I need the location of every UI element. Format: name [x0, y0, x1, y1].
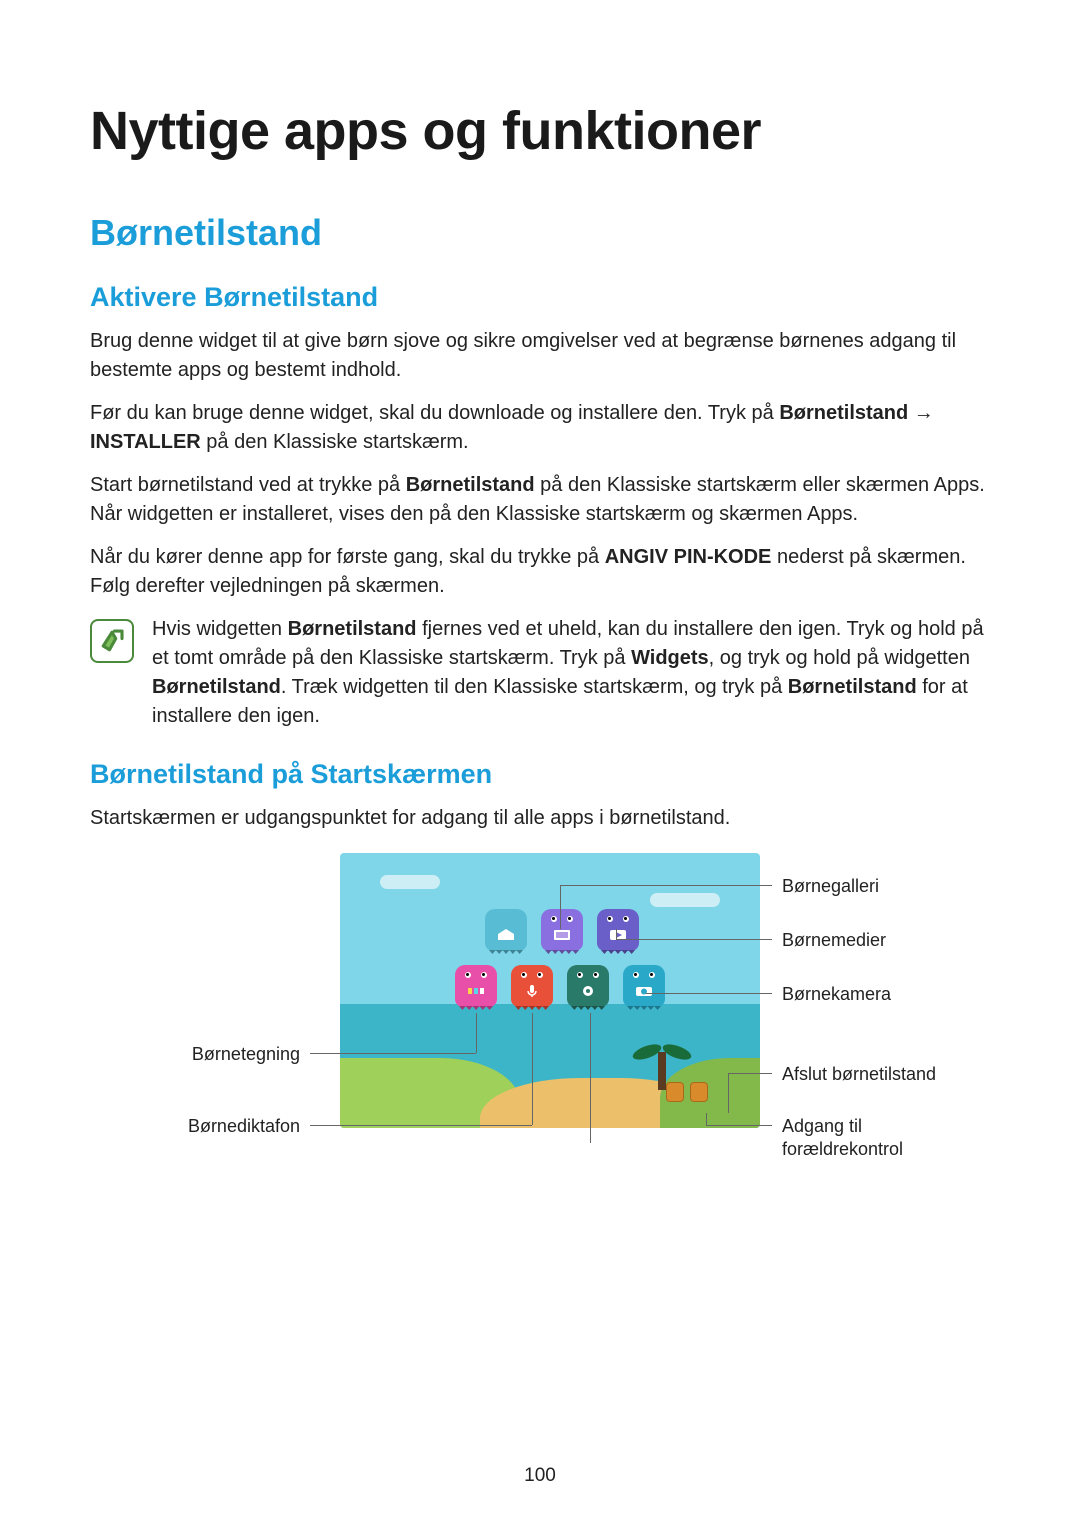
leader-line	[476, 1013, 477, 1053]
paragraph-pin: Når du kører denne app for første gang, …	[90, 543, 990, 601]
leader-line	[616, 929, 617, 939]
leader-line	[310, 1053, 476, 1054]
section-title: Børnetilstand	[90, 212, 990, 254]
leader-line	[646, 993, 772, 994]
callout-parental: Adgang til forældrekontrol	[782, 1115, 903, 1162]
note-block: Hvis widgetten Børnetilstand fjernes ved…	[90, 615, 990, 731]
subsection-startskaerm: Børnetilstand på Startskærmen	[90, 759, 990, 790]
kids-home-figure: Børnegalleri Børnemedier Børnekamera Afs…	[90, 853, 990, 1213]
kids-voice-icon[interactable]	[511, 965, 553, 1007]
paragraph-intro: Brug denne widget til at give børn sjove…	[90, 327, 990, 385]
note-text: Hvis widgetten Børnetilstand fjernes ved…	[152, 615, 990, 731]
leader-line	[532, 1013, 533, 1125]
callout-voice: Børnediktafon	[130, 1115, 300, 1138]
bottom-control-icons	[666, 1082, 708, 1102]
kids-camera-icon[interactable]	[623, 965, 665, 1007]
note-icon	[90, 619, 134, 663]
leader-line	[706, 1125, 772, 1126]
kids-home-screenshot	[340, 853, 760, 1128]
page-title: Nyttige apps og funktioner	[90, 100, 990, 162]
paragraph-start: Start børnetilstand ved at trykke på Bør…	[90, 471, 990, 529]
leader-line	[560, 885, 772, 886]
exit-kids-mode-icon[interactable]	[690, 1082, 708, 1102]
app-row-2	[455, 965, 665, 1007]
leader-line	[728, 1073, 729, 1113]
kids-app-icon[interactable]	[567, 965, 609, 1007]
leader-line	[706, 1113, 707, 1125]
callout-camera: Børnekamera	[782, 983, 891, 1006]
leader-line	[310, 1125, 532, 1126]
callout-media: Børnemedier	[782, 929, 886, 952]
cloud-decoration	[650, 893, 720, 907]
callout-exit: Afslut børnetilstand	[782, 1063, 936, 1086]
leader-line	[560, 885, 561, 929]
callout-drawing: Børnetegning	[130, 1043, 300, 1066]
page-number: 100	[0, 1465, 1080, 1487]
leader-line	[728, 1073, 772, 1074]
kids-gallery-icon[interactable]	[541, 909, 583, 951]
parental-control-icon[interactable]	[666, 1082, 684, 1102]
leader-line	[616, 939, 772, 940]
subsection-aktivere: Aktivere Børnetilstand	[90, 282, 990, 313]
paragraph-startskaerm-intro: Startskærmen er udgangspunktet for adgan…	[90, 804, 990, 833]
callout-gallery: Børnegalleri	[782, 875, 879, 898]
kids-media-icon[interactable]	[597, 909, 639, 951]
cloud-decoration	[380, 875, 440, 889]
kids-drawing-icon[interactable]	[455, 965, 497, 1007]
kids-home-icon[interactable]	[485, 909, 527, 951]
leader-line	[590, 1013, 591, 1143]
paragraph-install: Før du kan bruge denne widget, skal du d…	[90, 399, 990, 457]
palm-decoration	[658, 1052, 666, 1090]
